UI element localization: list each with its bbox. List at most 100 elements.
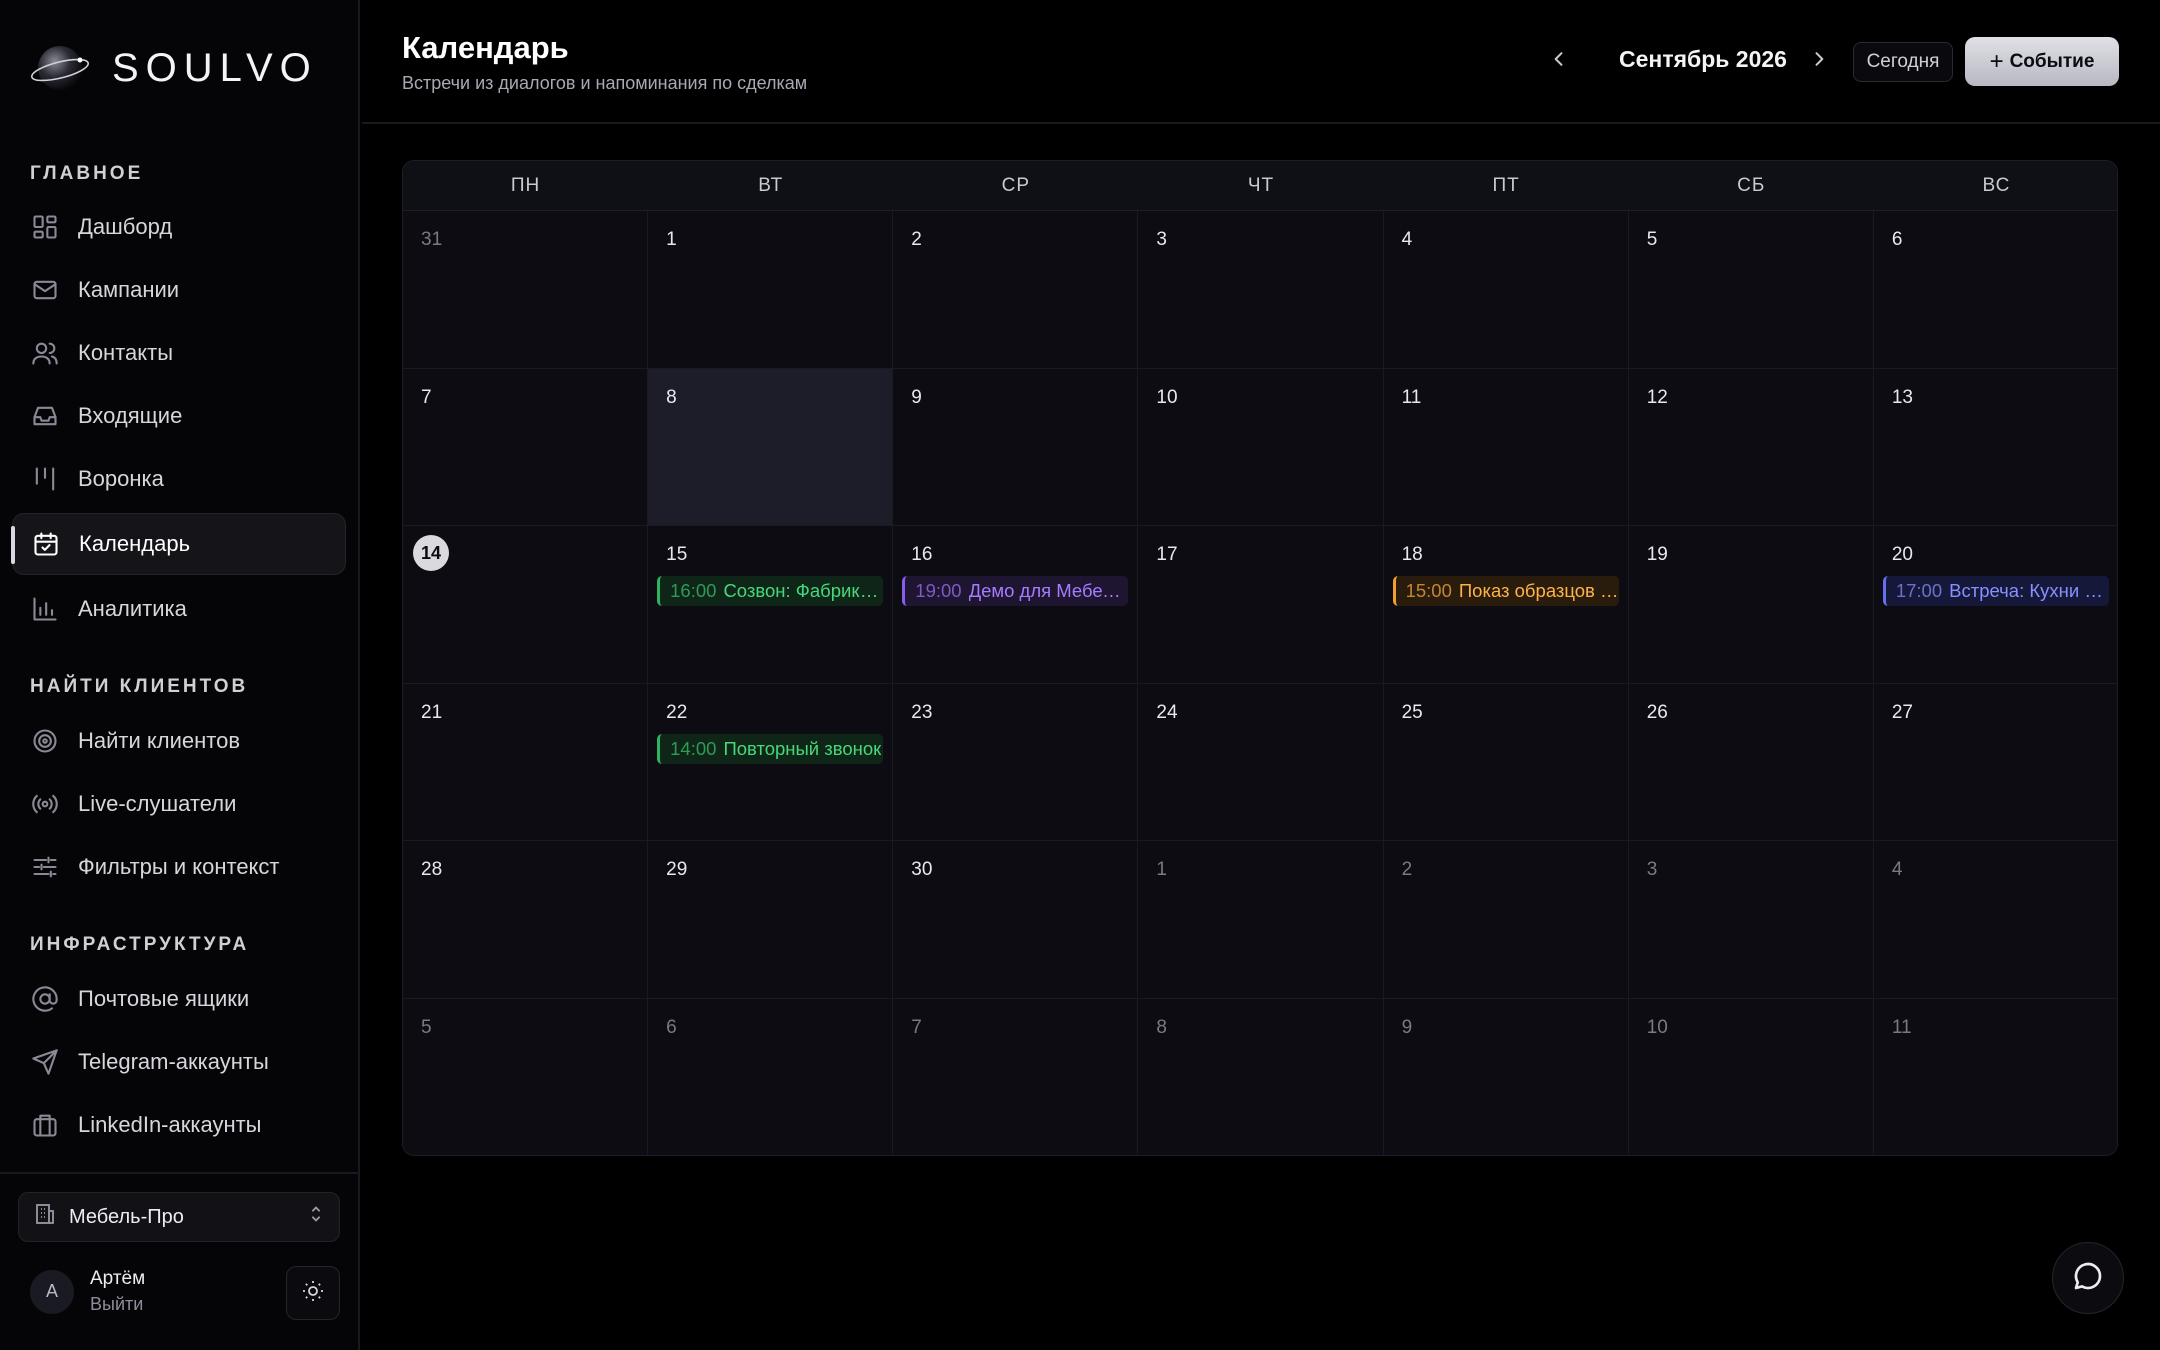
weekday-label: ЧТ (1247, 175, 1275, 196)
day-cell[interactable]: 22 14:00 Повторный звонок (648, 683, 894, 842)
day-cell[interactable]: 1 (648, 211, 894, 369)
day-cell[interactable]: 30 (893, 841, 1139, 999)
day-number: 23 (911, 701, 933, 723)
day-cell[interactable]: 26 (1628, 683, 1874, 842)
sidebar-item-calendar[interactable]: Календарь (11, 513, 346, 575)
sidebar-item-mailboxes[interactable]: Почтовые ящики (12, 968, 346, 1030)
sidebar-item-label: LinkedIn-аккаунты (78, 1112, 262, 1137)
day-cell[interactable]: 2 (1383, 841, 1629, 999)
weekday-header: ПН ВТ СР ЧТ ПТ СБ ВС (403, 161, 2117, 211)
add-event-button[interactable]: + Событие (1965, 37, 2119, 86)
sidebar-item-pipeline[interactable]: Воронка (12, 448, 346, 510)
day-cell[interactable]: 12 (1628, 368, 1874, 527)
day-cell[interactable]: 8 (648, 368, 894, 527)
day-cell[interactable]: 9 (893, 368, 1139, 527)
day-cell[interactable]: 27 (1873, 683, 2117, 842)
day-cell[interactable]: 4 (1383, 211, 1629, 369)
section-title-find-clients: НАЙТИ КЛИЕНТОВ (30, 676, 249, 697)
event-time: 19:00 (915, 580, 962, 602)
calendar-event[interactable]: 14:00 Повторный звонок (657, 733, 884, 764)
sidebar-item-analytics[interactable]: Аналитика (12, 578, 346, 640)
day-number: 19 (1646, 544, 1668, 566)
day-cell[interactable]: 11 (1873, 999, 2117, 1155)
day-cell[interactable]: 15 16:00 Созвон: Фабрика мебели (648, 526, 894, 684)
sidebar-item-linkedin[interactable]: LinkedIn-аккаунты (12, 1094, 346, 1156)
day-cell[interactable]: 2 (893, 211, 1139, 369)
send-icon (30, 1047, 60, 1077)
theme-toggle-button[interactable] (286, 1266, 340, 1320)
event-title: Созвон: Фабрика мебели (723, 580, 883, 602)
day-cell[interactable]: 3 (1138, 211, 1384, 369)
weekday-label: ПТ (1492, 175, 1520, 196)
sidebar-item-find-clients[interactable]: Найти клиентов (12, 710, 346, 772)
chevrons-up-down-icon (305, 1203, 339, 1231)
day-cell[interactable]: 8 (1138, 999, 1384, 1155)
day-cell[interactable]: 6 (648, 999, 894, 1155)
sidebar-item-label: Live-слушатели (78, 791, 237, 816)
sidebar-item-inbox[interactable]: Входящие (12, 385, 346, 447)
chevron-right-icon (1809, 49, 1829, 74)
event-time: 17:00 (1895, 580, 1943, 602)
next-month-button[interactable] (1804, 44, 1834, 78)
sidebar-item-filters[interactable]: Фильтры и контекст (12, 836, 346, 898)
day-cell[interactable]: 31 (403, 211, 649, 369)
event-time: 14:00 (670, 737, 717, 759)
day-number: 9 (911, 386, 922, 408)
day-cell[interactable]: 13 (1873, 368, 2117, 527)
day-cell[interactable]: 6 (1873, 211, 2117, 369)
day-cell[interactable]: 5 (1628, 211, 1874, 369)
day-cell[interactable]: 7 (893, 999, 1139, 1155)
day-cell[interactable]: 10 (1138, 368, 1384, 527)
today-button[interactable]: Сегодня (1853, 42, 1953, 82)
day-number: 4 (1891, 859, 1903, 881)
day-cell[interactable]: 25 (1383, 683, 1629, 842)
day-cell[interactable]: 20 17:00 Встреча: Кухни на заказ (1873, 526, 2117, 684)
day-cell[interactable]: 23 (893, 683, 1139, 842)
day-cell[interactable]: 9 (1383, 999, 1629, 1155)
day-number: 11 (1891, 1017, 1912, 1038)
calendar-event[interactable]: 15:00 Показ образцов тканей (1392, 576, 1619, 607)
day-cell[interactable]: 1 (1138, 841, 1384, 999)
chat-support-button[interactable] (2052, 1242, 2124, 1314)
day-cell[interactable]: 7 (403, 368, 649, 527)
sidebar-item-contacts[interactable]: Контакты (12, 322, 346, 384)
day-number: 4 (1401, 229, 1413, 250)
day-cell[interactable]: 19 (1628, 526, 1874, 684)
day-cell[interactable]: 21 (403, 683, 649, 842)
day-cell[interactable]: 4 (1873, 841, 2117, 999)
workspace-switcher[interactable]: Мебель-Про (18, 1192, 340, 1242)
day-number: 7 (911, 1017, 922, 1038)
sidebar-item-campaigns[interactable]: Кампании (12, 259, 346, 321)
briefcase-icon (30, 1110, 60, 1140)
day-cell[interactable]: 17 (1138, 526, 1384, 684)
sidebar-item-telegram[interactable]: Telegram-аккаунты (12, 1031, 346, 1093)
day-cell[interactable]: 5 (403, 999, 649, 1155)
day-cell[interactable]: 3 (1628, 841, 1874, 999)
day-cell[interactable]: 18 15:00 Показ образцов тканей (1383, 526, 1629, 684)
event-title: Встреча: Кухни на заказ (1949, 580, 2109, 602)
event-title: Демо для Мебель-Про (968, 580, 1129, 602)
calendar-event[interactable]: 19:00 Демо для Мебель-Про (902, 576, 1129, 607)
day-number: 11 (1401, 386, 1422, 408)
day-cell[interactable]: 16 19:00 Демо для Мебель-Про (893, 526, 1139, 684)
day-cell[interactable]: 29 (648, 841, 894, 999)
day-cell[interactable]: 24 (1138, 683, 1384, 842)
logo[interactable]: SOULVO (30, 36, 318, 100)
day-number: 25 (1401, 701, 1423, 723)
day-number: 5 (1646, 229, 1658, 250)
calendar-event[interactable]: 17:00 Встреча: Кухни на заказ (1882, 576, 2109, 607)
sidebar-item-label: Дашборд (78, 214, 173, 239)
sidebar-item-dashboard[interactable]: Дашборд (12, 196, 346, 258)
calendar-event[interactable]: 16:00 Созвон: Фабрика мебели (657, 576, 884, 607)
avatar[interactable]: А (30, 1269, 74, 1314)
day-cell-today[interactable]: 14 (403, 526, 649, 684)
add-event-label: Событие (2009, 50, 2095, 72)
day-cell[interactable]: 28 (403, 841, 649, 999)
day-number: 26 (1646, 701, 1668, 723)
day-cell[interactable]: 11 (1383, 368, 1629, 527)
day-cell[interactable]: 10 (1628, 999, 1874, 1155)
logout-link[interactable]: Выйти (90, 1294, 145, 1315)
day-number: 3 (1156, 229, 1167, 250)
sidebar-item-live-listeners[interactable]: Live-слушатели (12, 773, 346, 835)
prev-month-button[interactable] (1544, 44, 1574, 78)
